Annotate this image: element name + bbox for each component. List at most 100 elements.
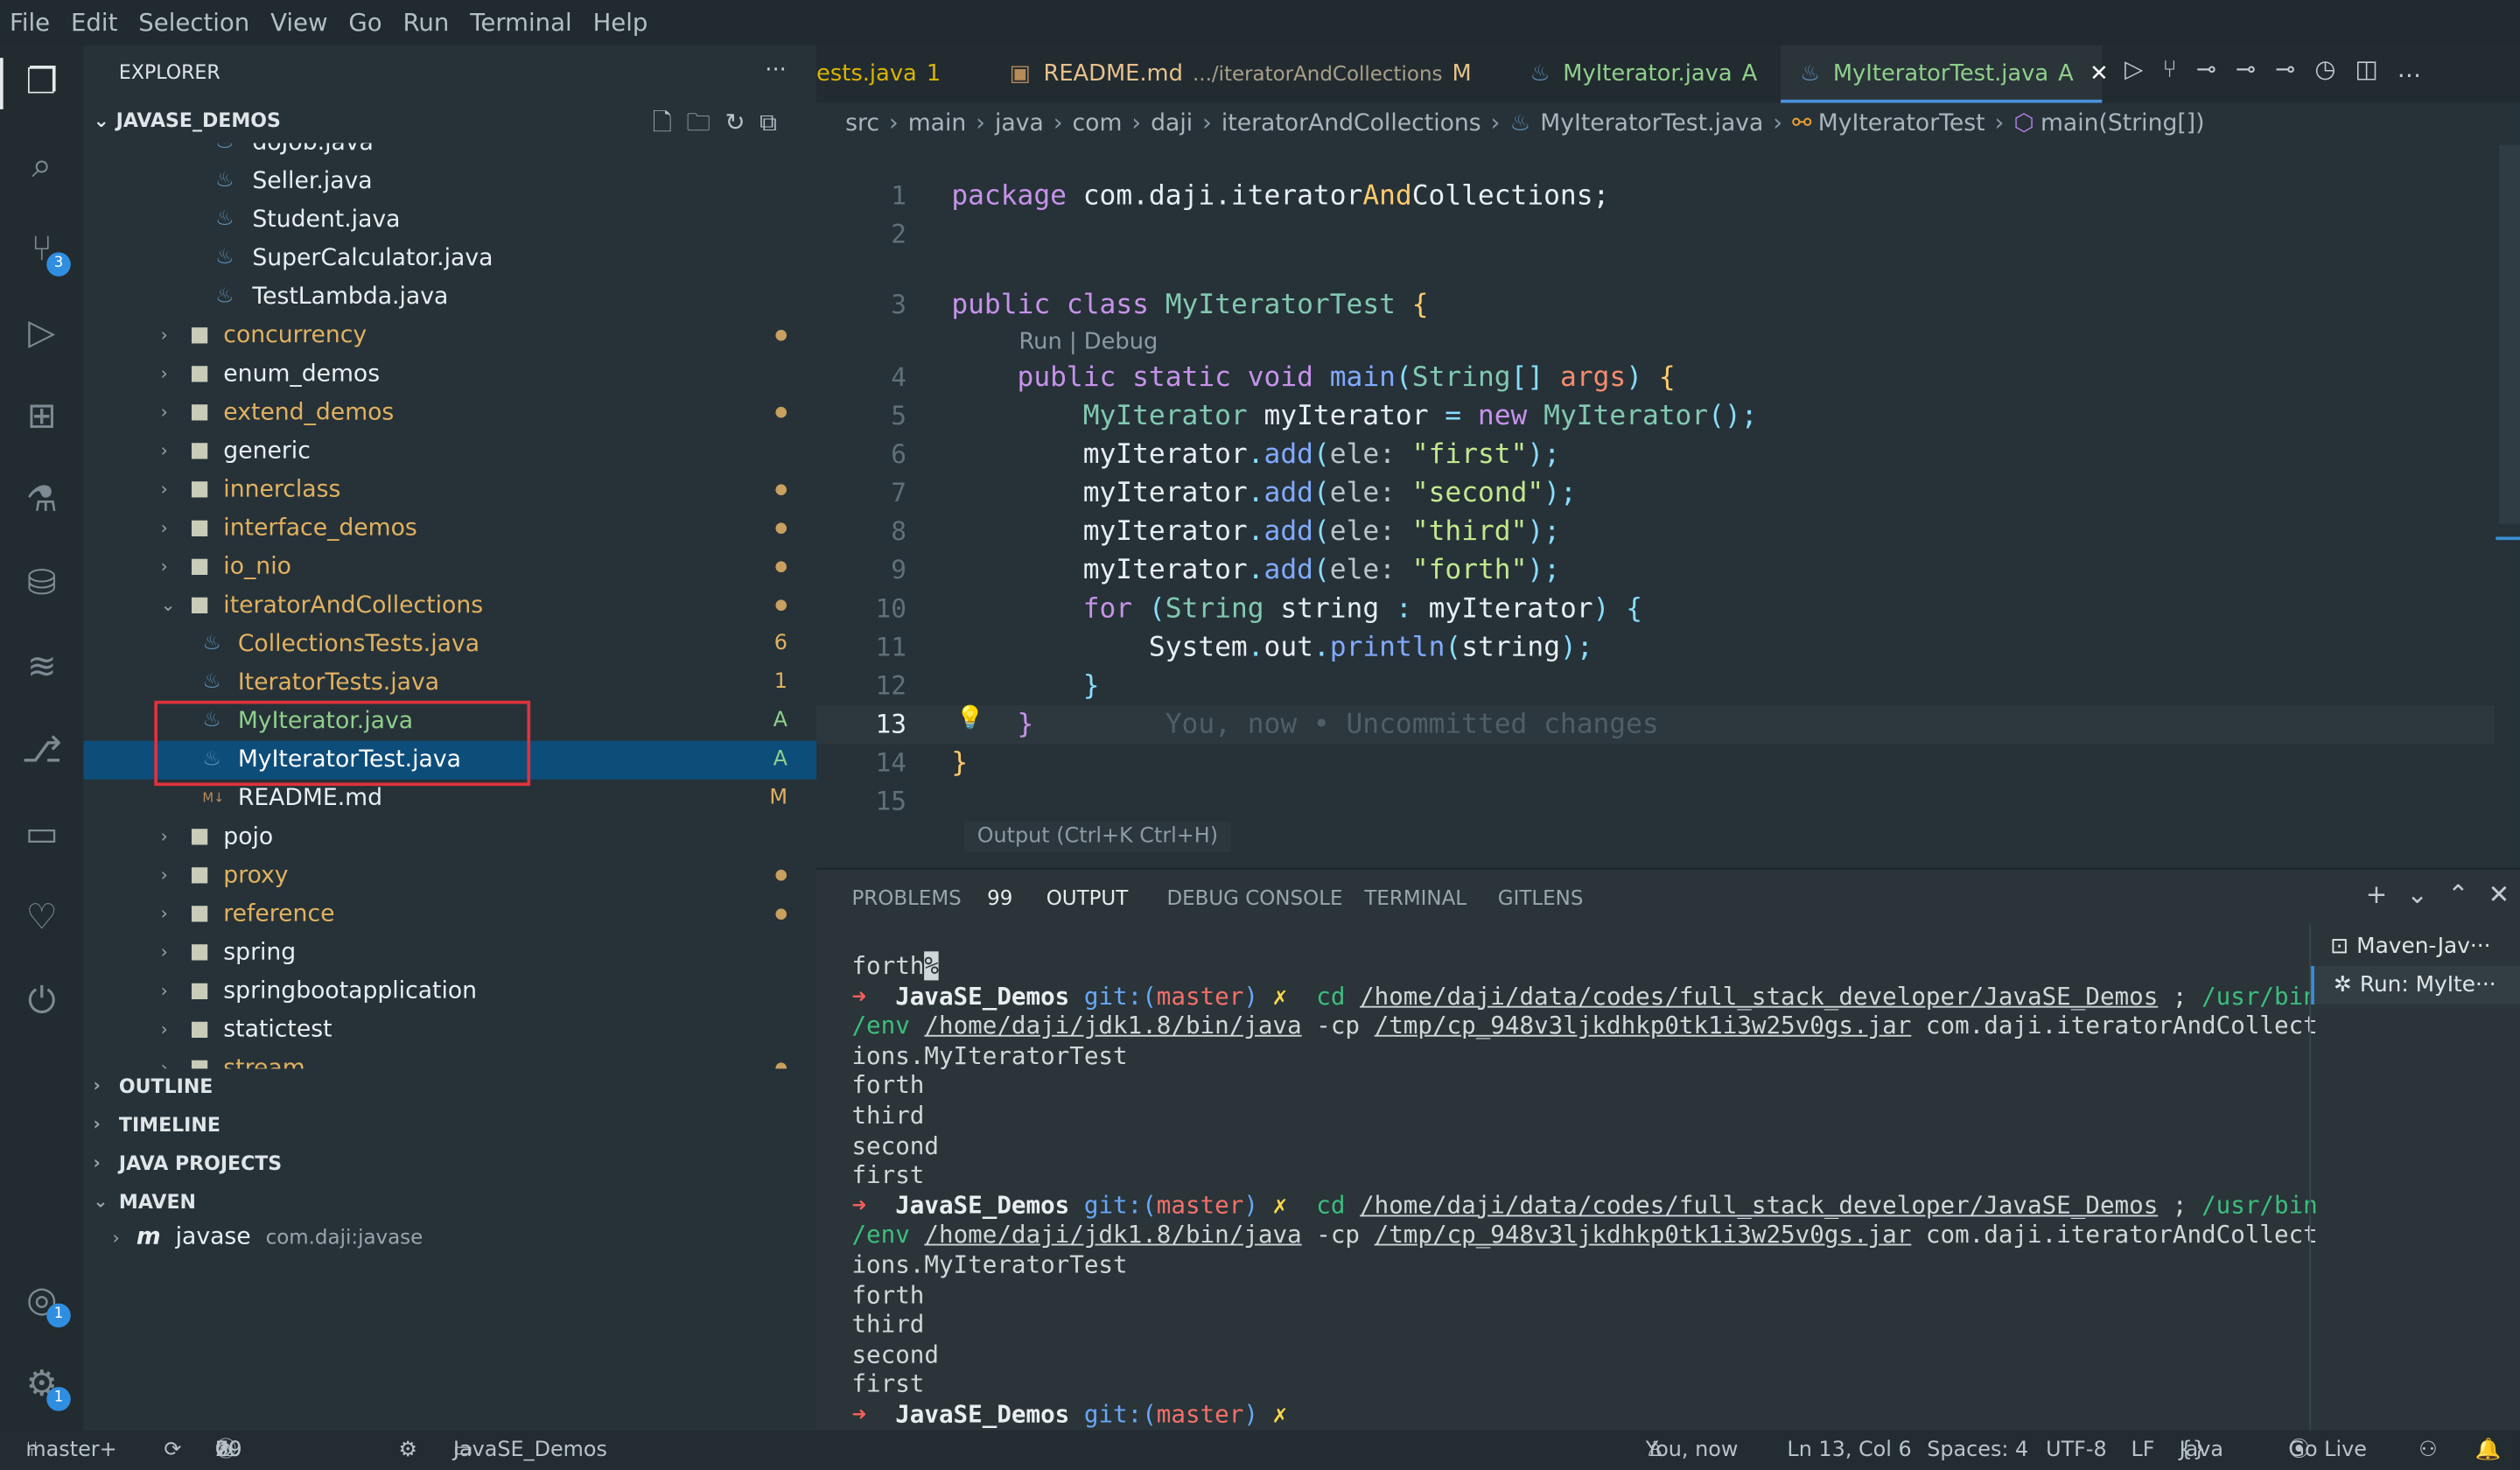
lightbulb-icon[interactable]: 💡	[956, 705, 984, 731]
close-panel-icon[interactable]: ✕	[2488, 879, 2520, 910]
terminal-output[interactable]: forth% ➜ JavaSE_Demos git:(master) ✗ cd /…	[816, 949, 2318, 1432]
menu-help[interactable]: Help	[593, 8, 648, 37]
tree-item[interactable]: ♨ doJob.java	[84, 143, 817, 162]
gitlens-icon[interactable]: ⎇	[19, 730, 64, 774]
run-icon[interactable]: ▷	[2124, 54, 2162, 83]
breadcrumb-item[interactable]: main(String[])	[2040, 111, 2205, 136]
testing-icon[interactable]: ⚗	[19, 479, 64, 523]
run-debug-icon[interactable]: ▷	[19, 312, 64, 356]
tree-item[interactable]: › ■ extend_demos ●	[84, 394, 817, 432]
tree-item[interactable]: › ■ statictest	[84, 1011, 817, 1049]
settings-gear-icon[interactable]: ⚙ 1	[19, 1363, 71, 1411]
cursor-position[interactable]: Ln 13, Col 6	[1787, 1431, 1911, 1470]
breadcrumb-item[interactable]: MyIteratorTest.java	[1540, 111, 1763, 136]
previous-change-icon[interactable]: ⊸	[2196, 54, 2236, 83]
breadcrumb-item[interactable]: java	[995, 111, 1044, 136]
tab-readme-md[interactable]: ▣ README.md .../iteratorAndCollections M	[990, 45, 1497, 102]
tree-item[interactable]: › ■ stream ●	[84, 1049, 817, 1069]
breadcrumb-item[interactable]: src	[845, 111, 879, 136]
tree-item[interactable]: › ■ innerclass ●	[84, 471, 817, 509]
panel-tab-debug-console[interactable]: DEBUG CONSOLE	[1166, 886, 1342, 910]
database-icon[interactable]: ⛁	[19, 563, 64, 607]
power-icon[interactable]: ⏻	[19, 980, 64, 1025]
tree-item[interactable]: › ■ reference ●	[84, 895, 817, 934]
tree-item[interactable]: ♨ TestLambda.java	[84, 278, 817, 317]
breadcrumb-item[interactable]: iteratorAndCollections	[1222, 111, 1481, 136]
tree-item[interactable]: ♨ Student.java	[84, 201, 817, 240]
section-maven[interactable]: ⌄ MAVEN	[84, 1183, 196, 1222]
new-file-icon[interactable]: 🗋	[653, 108, 687, 136]
breadcrumb-item[interactable]: main	[908, 111, 967, 136]
tree-item[interactable]: ♨ SuperCalculator.java	[84, 240, 817, 278]
panel-tab-output[interactable]: OUTPUT	[1046, 886, 1129, 910]
editor-scrollbar[interactable]	[2496, 144, 2520, 868]
explorer-icon[interactable]: ❐	[19, 61, 64, 106]
remote-icon[interactable]: ♡	[19, 897, 64, 942]
collapse-all-icon[interactable]: ⧉	[760, 108, 791, 136]
tab-ests-java[interactable]: ests.java 1	[816, 45, 977, 102]
code-token: com.daji.iterator	[1082, 179, 1363, 213]
debug-icon[interactable]: ⚙	[399, 1431, 417, 1470]
new-terminal-icon[interactable]: +⌄	[2366, 879, 2447, 910]
close-icon[interactable]: ✕	[2090, 61, 2109, 87]
terminal-instance[interactable]: ✲ Run: MyIte···	[2311, 965, 2520, 1004]
source-control-icon[interactable]: ⑂ 3	[19, 228, 71, 276]
tree-item[interactable]: › ■ proxy ●	[84, 857, 817, 895]
tree-item[interactable]: › ■ pojo	[84, 818, 817, 857]
section-java-projects[interactable]: › JAVA PROJECTS	[84, 1144, 283, 1183]
tab-myiterator-java[interactable]: ♨ MyIterator.java A	[1510, 45, 1768, 102]
maximize-panel-icon[interactable]: ⌃	[2447, 879, 2488, 910]
terminal-instance[interactable]: ⊡ Maven-Jav···	[2311, 928, 2520, 966]
tree-item[interactable]: › ■ interface_demos ●	[84, 509, 817, 548]
end-of-line[interactable]: LF	[2131, 1431, 2154, 1470]
notifications-icon[interactable]: 🔔	[2475, 1431, 2502, 1470]
tree-item[interactable]: › ■ springbootapplication	[84, 972, 817, 1011]
indentation[interactable]: Spaces: 4	[1927, 1431, 2028, 1470]
codelens-run-debug[interactable]: Run | Debug	[1018, 330, 1158, 355]
commit-icon[interactable]: ⊸	[2236, 54, 2275, 83]
refresh-icon[interactable]: ↻	[724, 108, 760, 136]
workspace-root[interactable]: ⌄ JAVASE_DEMOS	[94, 109, 281, 132]
menu-file[interactable]: File	[10, 8, 50, 37]
section-outline[interactable]: › OUTLINE	[84, 1068, 214, 1106]
more-actions-icon[interactable]: …	[2398, 54, 2441, 83]
tree-item[interactable]: › ■ generic	[84, 432, 817, 471]
next-change-icon[interactable]: ⊸	[2275, 54, 2314, 83]
menu-edit[interactable]: Edit	[71, 8, 117, 37]
tree-item[interactable]: › ■ io_nio ●	[84, 548, 817, 586]
tree-item[interactable]: › ■ enum_demos	[84, 355, 817, 394]
compare-changes-icon[interactable]: ⑂	[2162, 54, 2196, 83]
layers-icon[interactable]: ≋	[19, 646, 64, 690]
tree-item[interactable]: ♨ Seller.java	[84, 163, 817, 201]
menu-terminal[interactable]: Terminal	[470, 8, 571, 37]
encoding[interactable]: UTF-8	[2046, 1431, 2107, 1470]
menu-go[interactable]: Go	[348, 8, 382, 37]
section-timeline[interactable]: › TIMELINE	[84, 1106, 220, 1144]
account-icon[interactable]: ◎ 1	[19, 1279, 71, 1328]
tree-item[interactable]: ♨ IteratorTests.java 1	[84, 664, 817, 703]
breadcrumb-item[interactable]: com	[1073, 111, 1123, 136]
folder-icon[interactable]: ▭	[19, 813, 64, 858]
tree-item[interactable]: ♨ CollectionsTests.java 6	[84, 625, 817, 663]
maven-project-item[interactable]: › m javase com.daji:javase	[113, 1225, 424, 1250]
breadcrumb-item[interactable]: MyIteratorTest	[1818, 111, 1985, 136]
timeline-icon[interactable]: ◷	[2314, 54, 2355, 83]
tree-item[interactable]: ⌄ ■ iteratorAndCollections ●	[84, 586, 817, 625]
search-icon[interactable]: ⌕	[19, 144, 64, 189]
new-folder-icon[interactable]: 🗀	[686, 108, 724, 136]
menu-run[interactable]: Run	[403, 8, 450, 37]
tab-myiteratortest-java[interactable]: ♨ MyIteratorTest.java A ✕	[1781, 45, 2109, 103]
sync-button[interactable]: ⟳	[164, 1431, 181, 1470]
tree-item[interactable]: › ■ spring	[84, 934, 817, 972]
explorer-more-button[interactable]: ···	[765, 58, 787, 83]
split-editor-icon[interactable]: ◫	[2355, 54, 2397, 83]
breadcrumb-item[interactable]: daji	[1151, 111, 1193, 136]
panel-tab-gitlens[interactable]: GITLENS	[1498, 886, 1584, 910]
panel-tab-terminal[interactable]: TERMINAL	[1364, 886, 1466, 910]
menu-view[interactable]: View	[270, 8, 327, 37]
accounts-icon[interactable]: ⚇	[2418, 1431, 2437, 1470]
panel-tab-problems[interactable]: PROBLEMS 99	[851, 886, 1012, 910]
tree-item[interactable]: › ■ concurrency ●	[84, 317, 817, 355]
menu-selection[interactable]: Selection	[138, 8, 249, 37]
extensions-icon[interactable]: ⊞	[19, 396, 64, 440]
